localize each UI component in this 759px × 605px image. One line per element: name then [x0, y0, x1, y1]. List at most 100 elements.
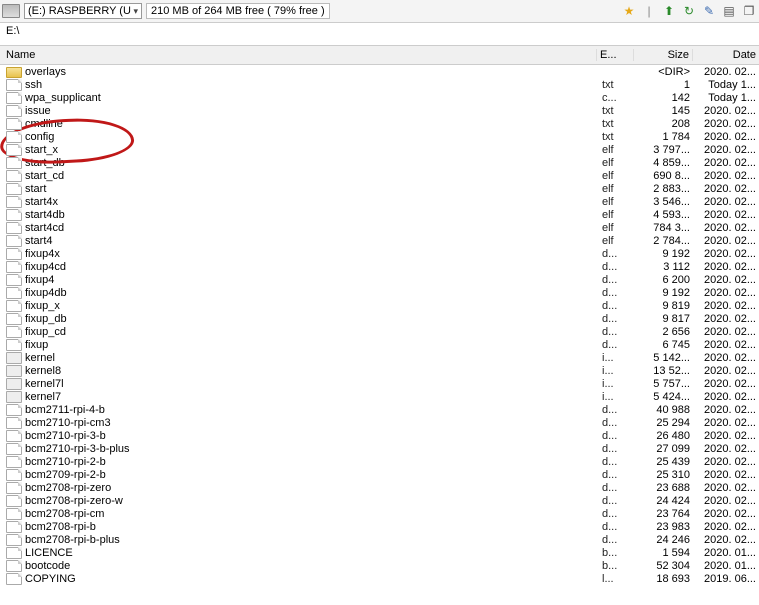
file-row[interactable]: bcm2710-rpi-cm3d...25 2942020. 02... [0, 416, 759, 429]
file-row[interactable]: bcm2711-rpi-4-bd...40 9882020. 02... [0, 403, 759, 416]
file-row[interactable]: bcm2709-rpi-2-bd...25 3102020. 02... [0, 468, 759, 481]
file-row[interactable]: bcm2710-rpi-2-bd...25 4392020. 02... [0, 455, 759, 468]
file-size: 208 [635, 118, 693, 130]
file-date: 2020. 02... [693, 105, 759, 117]
file-row[interactable]: fixup_dbd...9 8172020. 02... [0, 312, 759, 325]
file-row[interactable]: fixupd...6 7452020. 02... [0, 338, 759, 351]
file-row[interactable]: cmdlinetxt2082020. 02... [0, 117, 759, 130]
free-space-label: 210 MB of 264 MB free ( 79% free ) [146, 3, 330, 19]
file-row[interactable]: bcm2710-rpi-3-bd...26 4802020. 02... [0, 429, 759, 442]
file-ext: d... [599, 430, 635, 442]
file-list[interactable]: overlays<DIR>2020. 02...sshtxt1Today 1..… [0, 65, 759, 605]
favorites-icon[interactable]: ★ [621, 3, 637, 19]
file-row[interactable]: LICENCEb...1 5942020. 01... [0, 546, 759, 559]
file-date: 2020. 02... [693, 131, 759, 143]
file-date: 2020. 02... [693, 430, 759, 442]
file-icon [6, 482, 22, 494]
up-icon[interactable]: ⬆ [661, 3, 677, 19]
file-icon [6, 365, 22, 377]
file-row[interactable]: bcm2708-rpi-zero-wd...24 4242020. 02... [0, 494, 759, 507]
file-row[interactable]: sshtxt1Today 1... [0, 78, 759, 91]
file-size: 9 192 [635, 248, 693, 260]
file-date: 2020. 02... [693, 417, 759, 429]
file-name: bcm2708-rpi-b-plus [25, 534, 599, 546]
header-ext[interactable]: E... [597, 49, 634, 61]
column-headers: Name E... Size Date [0, 46, 759, 65]
file-icon [6, 391, 22, 403]
folder-icon [6, 67, 22, 78]
header-name[interactable]: Name [0, 49, 597, 61]
file-row[interactable]: startelf2 883...2020. 02... [0, 182, 759, 195]
file-row[interactable]: bcm2708-rpi-b-plusd...24 2462020. 02... [0, 533, 759, 546]
file-size: 25 439 [635, 456, 693, 468]
file-date: 2020. 02... [693, 404, 759, 416]
file-row[interactable]: bcm2710-rpi-3-b-plusd...27 0992020. 02..… [0, 442, 759, 455]
file-row[interactable]: start4elf2 784...2020. 02... [0, 234, 759, 247]
file-row[interactable]: bcm2708-rpi-zerod...23 6882020. 02... [0, 481, 759, 494]
file-name: wpa_supplicant [25, 92, 599, 104]
file-row[interactable]: start_dbelf4 859...2020. 02... [0, 156, 759, 169]
file-size: 40 988 [635, 404, 693, 416]
file-date: 2020. 02... [693, 144, 759, 156]
header-size[interactable]: Size [634, 49, 693, 61]
file-row[interactable]: fixup_cdd...2 6562020. 02... [0, 325, 759, 338]
grid-icon[interactable]: ▤ [721, 3, 737, 19]
file-row[interactable]: COPYINGl...18 6932019. 06... [0, 572, 759, 585]
file-row[interactable]: kernel8i...13 52...2020. 02... [0, 364, 759, 377]
file-row[interactable]: fixup4xd...9 1922020. 02... [0, 247, 759, 260]
file-row[interactable]: fixup4d...6 2002020. 02... [0, 273, 759, 286]
file-name: bcm2710-rpi-3-b-plus [25, 443, 599, 455]
file-name: kernel [25, 352, 599, 364]
window-icon[interactable]: ❐ [741, 3, 757, 19]
file-name: kernel7l [25, 378, 599, 390]
file-row[interactable]: wpa_supplicantc...142Today 1... [0, 91, 759, 104]
file-name: COPYING [25, 573, 599, 585]
file-row[interactable]: start_cdelf690 8...2020. 02... [0, 169, 759, 182]
drive-dropdown[interactable]: (E:) RASPBERRY (U ▾ [24, 3, 142, 19]
file-row[interactable]: bootcodeb...52 3042020. 01... [0, 559, 759, 572]
file-row[interactable]: start4dbelf4 593...2020. 02... [0, 208, 759, 221]
file-icon [6, 378, 22, 390]
file-row[interactable]: bcm2708-rpi-bd...23 9832020. 02... [0, 520, 759, 533]
file-date: 2020. 02... [693, 365, 759, 377]
file-row[interactable]: start4xelf3 546...2020. 02... [0, 195, 759, 208]
file-name: fixup4 [25, 274, 599, 286]
file-ext: txt [599, 131, 635, 143]
file-icon [6, 339, 22, 351]
file-row[interactable]: fixup4cdd...3 1122020. 02... [0, 260, 759, 273]
refresh-icon[interactable]: ↻ [681, 3, 697, 19]
file-ext: d... [599, 443, 635, 455]
tool-icon[interactable]: ✎ [701, 3, 717, 19]
file-icon [6, 560, 22, 572]
file-ext: c... [599, 92, 635, 104]
path-bar[interactable]: E:\ [0, 23, 759, 46]
file-ext: d... [599, 508, 635, 520]
file-name: start [25, 183, 599, 195]
file-row[interactable]: kerneli...5 142...2020. 02... [0, 351, 759, 364]
file-icon [6, 534, 22, 546]
file-size: 25 294 [635, 417, 693, 429]
file-size: 2 784... [635, 235, 693, 247]
file-name: fixup_x [25, 300, 599, 312]
file-ext: d... [599, 404, 635, 416]
file-ext: d... [599, 287, 635, 299]
file-row[interactable]: configtxt1 7842020. 02... [0, 130, 759, 143]
file-date: 2020. 02... [693, 66, 759, 78]
file-ext: d... [599, 274, 635, 286]
file-icon [6, 157, 22, 169]
toolbar: (E:) RASPBERRY (U ▾ 210 MB of 264 MB fre… [0, 0, 759, 23]
file-row[interactable]: kernel7li...5 757...2020. 02... [0, 377, 759, 390]
file-row[interactable]: kernel7i...5 424...2020. 02... [0, 390, 759, 403]
file-row[interactable]: start_xelf3 797...2020. 02... [0, 143, 759, 156]
file-row[interactable]: fixup_xd...9 8192020. 02... [0, 299, 759, 312]
file-name: config [25, 131, 599, 143]
file-ext: elf [599, 170, 635, 182]
file-row[interactable]: start4cdelf784 3...2020. 02... [0, 221, 759, 234]
file-row[interactable]: fixup4dbd...9 1922020. 02... [0, 286, 759, 299]
file-row[interactable]: bcm2708-rpi-cmd...23 7642020. 02... [0, 507, 759, 520]
file-row[interactable]: issuetxt1452020. 02... [0, 104, 759, 117]
file-date: 2020. 02... [693, 235, 759, 247]
file-ext: l... [599, 573, 635, 585]
header-date[interactable]: Date [693, 49, 759, 61]
file-row[interactable]: overlays<DIR>2020. 02... [0, 65, 759, 78]
